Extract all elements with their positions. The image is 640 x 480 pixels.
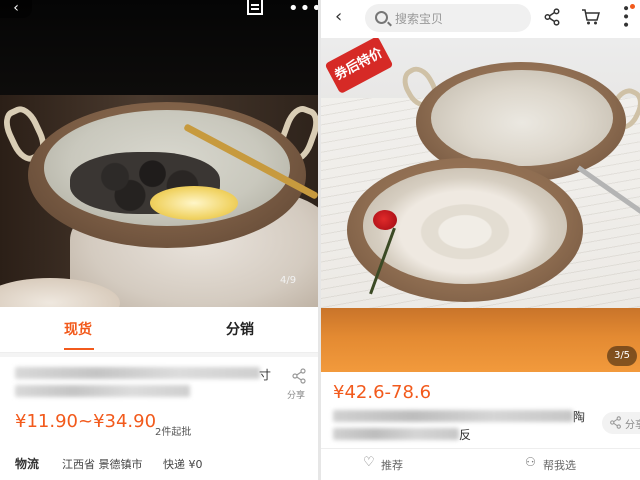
help-choose-button[interactable]: 帮我选 [543, 457, 576, 473]
image-counter: 4/9 [280, 275, 297, 286]
tab-in-stock[interactable]: 现货 [64, 319, 92, 339]
image-counter: 3/5 [607, 346, 637, 366]
search-icon [375, 11, 388, 24]
recommend-button[interactable]: 推荐 [381, 457, 403, 473]
back-icon[interactable]: ‹ [0, 0, 32, 18]
min-order: 2件起批 [155, 427, 192, 438]
rose-decoration [373, 210, 397, 230]
tab-bar: 现货 分销 [0, 307, 318, 353]
blurred-product-title-line2 [15, 385, 190, 397]
top-bar: ‹ 搜索宝贝 ••• [321, 0, 640, 38]
back-icon[interactable]: ‹ [335, 6, 342, 27]
promo-tag: 券后特价 [324, 38, 394, 95]
search-placeholder: 搜索宝贝 [395, 12, 444, 26]
divider [0, 353, 318, 357]
people-icon: ⚇ [525, 455, 536, 469]
ship-from-location: 江西省 景德镇市 [62, 458, 143, 471]
bottom-action-bar: ♡ 推荐 ⚇ 帮我选 [321, 448, 640, 480]
more-icon[interactable]: ••• [288, 0, 318, 19]
left-product-page: ‹ ••• 4/9 现货 分销 寸 分享 ¥11.90~¥34.90 2件起批 … [0, 0, 318, 480]
document-icon[interactable] [247, 0, 263, 15]
price-range: ¥11.90~¥34.90 [15, 411, 157, 432]
active-tab-indicator [64, 348, 94, 350]
share-label[interactable]: 分享 [287, 388, 305, 401]
product-title-tail-2: 反 [459, 428, 472, 442]
share-icon[interactable] [288, 368, 310, 388]
logistics-label: 物流 [15, 457, 40, 471]
blurred-product-title [333, 410, 573, 422]
right-product-page: ‹ 搜索宝贝 ••• 券后特价 3/5 ¥42.6-78.6 陶 反 分 ♡ 推… [321, 0, 640, 480]
price-range: ¥42.6-78.6 [333, 382, 432, 403]
blurred-product-title [15, 367, 260, 379]
product-photo[interactable]: 券后特价 [321, 38, 640, 308]
more-icon[interactable]: ••• [617, 4, 633, 29]
search-bar[interactable]: 搜索宝贝 [365, 4, 531, 32]
share-icon[interactable] [543, 8, 561, 30]
cart-icon[interactable] [581, 8, 601, 30]
tab-distribution[interactable]: 分销 [226, 319, 254, 339]
heart-icon: ♡ [363, 455, 375, 470]
promo-banner [321, 308, 640, 372]
notification-dot [630, 4, 635, 9]
product-photo[interactable] [0, 0, 318, 307]
share-label: 分享 [625, 420, 640, 431]
share-button[interactable]: 分享 [602, 412, 640, 434]
product-title-tail: 陶 [573, 410, 586, 424]
product-title-tail: 寸 [259, 368, 272, 382]
shipping-fee: 快递 ¥0 [163, 458, 203, 471]
blurred-product-title-line2 [333, 428, 459, 440]
